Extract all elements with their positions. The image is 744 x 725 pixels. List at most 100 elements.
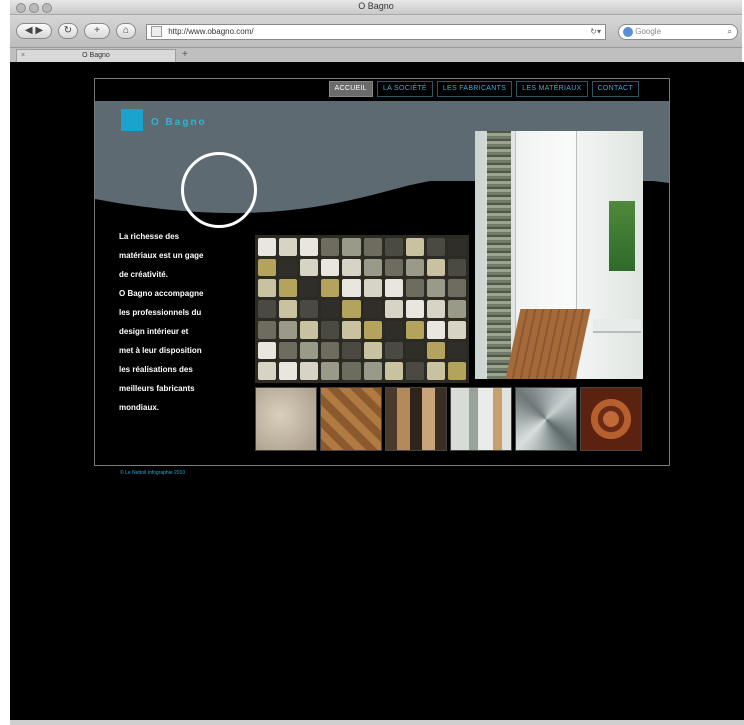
search-field[interactable]: Google ⌕: [618, 24, 738, 40]
intro-line: La richesse des: [119, 232, 180, 241]
browser-toolbar: ◀ ▶ ↻ + ⌂ http://www.obagno.com/ ↻▾ Goog…: [10, 15, 742, 48]
mosaic-tile: [384, 238, 403, 256]
tab-obagno[interactable]: × O Bagno: [16, 49, 176, 63]
mosaic-tile: [426, 362, 445, 380]
mosaic-tile: [342, 341, 361, 360]
mosaic-tile: [405, 279, 424, 298]
intro-line: de créativité.: [119, 270, 168, 279]
reload-small-icon[interactable]: ↻▾: [590, 25, 601, 39]
search-icon[interactable]: ⌕: [728, 25, 732, 39]
mosaic-tile: [405, 341, 424, 360]
logo-square[interactable]: [121, 109, 143, 131]
search-placeholder: Google: [635, 27, 662, 36]
mosaic-tile: [321, 279, 340, 298]
home-icon[interactable]: ⌂: [116, 23, 136, 39]
mosaic-tile: [384, 279, 403, 298]
mosaic-tile: [342, 362, 361, 380]
page-viewport: Accueil La société Les fabricants Les ma…: [10, 62, 744, 720]
thumbnail-wood-panels[interactable]: [385, 387, 447, 451]
tile-mosaic-image: [255, 235, 469, 383]
mosaic-tile: [321, 341, 340, 360]
intro-line: O Bagno accompagne: [119, 289, 204, 298]
mosaic-tile: [300, 300, 319, 318]
mosaic-tile: [279, 300, 298, 318]
close-tab-icon[interactable]: ×: [21, 50, 25, 62]
mosaic-tile: [363, 258, 382, 277]
mosaic-tile: [405, 362, 424, 380]
mosaic-tile: [447, 258, 466, 277]
mosaic-tile: [279, 362, 298, 380]
thumbnail-bathroom[interactable]: [450, 387, 512, 451]
site-favicon-icon: [151, 26, 162, 38]
mosaic-tile: [258, 362, 277, 380]
nav-la-societe[interactable]: La société: [376, 81, 433, 97]
mosaic-tile: [447, 300, 466, 318]
mosaic-tile: [363, 238, 382, 256]
thumbnail-ornament[interactable]: [580, 387, 642, 451]
mosaic-tile: [279, 320, 298, 339]
thumbnail-strip: [255, 387, 642, 451]
intro-line: met à leur disposition: [119, 346, 202, 355]
mosaic-tile: [363, 300, 382, 318]
intro-line: matériaux est un gage: [119, 251, 204, 260]
shower-photo: [475, 131, 643, 379]
url-text: http://www.obagno.com/: [168, 27, 254, 36]
wood-floor: [505, 309, 591, 379]
mosaic-tile: [279, 258, 298, 277]
mosaic-tile: [405, 258, 424, 277]
add-bookmark-icon[interactable]: +: [84, 23, 110, 39]
tab-bar: × O Bagno +: [10, 48, 742, 63]
mosaic-tile: [342, 279, 361, 298]
mosaic-tile: [447, 320, 466, 339]
mosaic-tile: [279, 238, 298, 256]
mosaic-tile: [258, 320, 277, 339]
mosaic-tile: [321, 258, 340, 277]
intro-line: meilleurs fabricants: [119, 384, 195, 393]
mosaic-tile: [363, 279, 382, 298]
window-title: O Bagno: [358, 1, 394, 11]
thumbnail-geometric[interactable]: [515, 387, 577, 451]
main-nav: Accueil La société Les fabricants Les ma…: [328, 81, 639, 97]
mosaic-tile: [342, 300, 361, 318]
mosaic-tile: [300, 279, 319, 298]
mosaic-tile: [258, 300, 277, 318]
mosaic-tile: [426, 300, 445, 318]
intro-line: design intérieur et: [119, 327, 189, 336]
new-tab-button[interactable]: +: [182, 49, 188, 60]
mosaic-tile: [300, 238, 319, 256]
mosaic-tile: [258, 258, 277, 277]
site-frame: Accueil La société Les fabricants Les ma…: [94, 78, 670, 466]
mosaic-tile: [300, 341, 319, 360]
intro-line: les professionnels du: [119, 308, 202, 317]
reload-icon[interactable]: ↻: [58, 23, 78, 39]
nav-contact[interactable]: Contact: [591, 81, 639, 97]
thumbnail-stone[interactable]: [255, 387, 317, 451]
mosaic-tile: [384, 300, 403, 318]
mosaic-tile: [426, 258, 445, 277]
mosaic-tile: [384, 258, 403, 277]
address-bar[interactable]: http://www.obagno.com/ ↻▾: [146, 24, 606, 40]
logo-text[interactable]: O Bagno: [151, 117, 207, 128]
mosaic-tile: [258, 238, 277, 256]
back-forward-buttons[interactable]: ◀ ▶: [16, 23, 52, 39]
nav-accueil[interactable]: Accueil: [328, 81, 373, 97]
mosaic-tile: [300, 320, 319, 339]
tab-label: O Bagno: [82, 52, 110, 59]
mosaic-tile: [321, 238, 340, 256]
mosaic-wall: [487, 131, 511, 379]
mosaic-tile: [300, 258, 319, 277]
mosaic-tile: [321, 320, 340, 339]
mosaic-tile: [321, 300, 340, 318]
nav-les-materiaux[interactable]: Les matériaux: [516, 81, 588, 97]
mosaic-tile: [426, 341, 445, 360]
intro-line: mondiaux.: [119, 403, 160, 412]
mosaic-tile: [405, 320, 424, 339]
intro-text: La richesse des matériaux est un gage de…: [119, 227, 239, 417]
mosaic-tile: [447, 279, 466, 298]
nav-les-fabricants[interactable]: Les fabricants: [436, 81, 513, 97]
mosaic-tile: [405, 238, 424, 256]
copyright: © Le Nettoil Infographie 2010: [120, 470, 186, 476]
thumbnail-parquet[interactable]: [320, 387, 382, 451]
mosaic-tile: [447, 238, 466, 256]
status-bar: [10, 720, 744, 725]
